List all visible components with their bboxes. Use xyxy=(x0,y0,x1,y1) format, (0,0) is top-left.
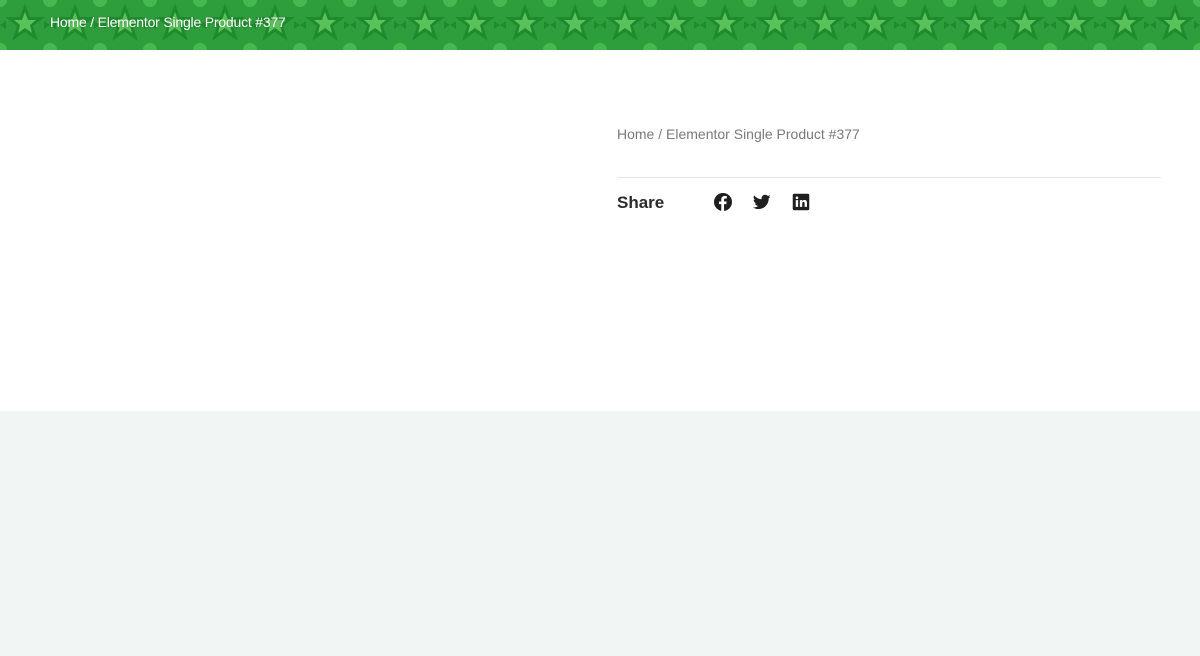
product-breadcrumb: Home / Elementor Single Product #377 xyxy=(617,126,860,142)
product-breadcrumb-separator: / xyxy=(654,126,667,142)
product-breadcrumb-current: Elementor Single Product #377 xyxy=(666,126,860,142)
banner-breadcrumb-current: Elementor Single Product #377 xyxy=(97,14,286,30)
twitter-icon[interactable] xyxy=(753,193,771,211)
banner-breadcrumb-separator: / xyxy=(86,14,98,30)
facebook-icon[interactable] xyxy=(714,193,732,211)
product-image-area xyxy=(0,50,600,411)
share-label: Share xyxy=(617,193,665,212)
summary-divider xyxy=(617,177,1161,178)
top-banner: Home / Elementor Single Product #377 xyxy=(0,0,1200,50)
product-breadcrumb-home-link[interactable]: Home xyxy=(617,126,654,142)
banner-breadcrumb-home-link[interactable]: Home xyxy=(50,14,87,30)
banner-breadcrumb: Home / Elementor Single Product #377 xyxy=(50,14,286,30)
product-section: Home / Elementor Single Product #377 Sha… xyxy=(0,50,1200,411)
share-row: Share xyxy=(617,188,1161,216)
footer-area xyxy=(0,411,1200,656)
linkedin-icon[interactable] xyxy=(792,193,810,211)
